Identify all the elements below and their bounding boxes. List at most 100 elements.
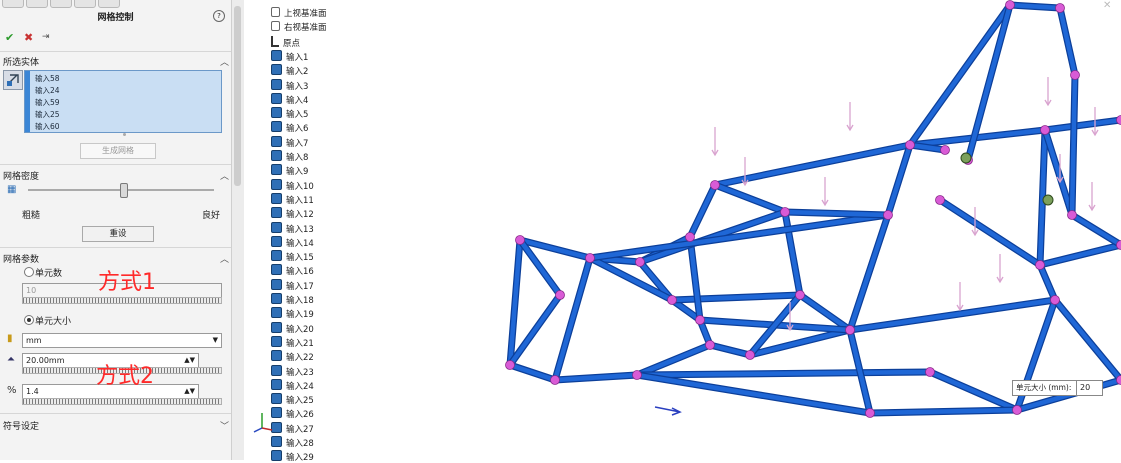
chevron-up-icon[interactable]: ︿ <box>220 169 229 182</box>
chevron-up-icon[interactable]: ︿ <box>220 55 229 68</box>
frame-tube <box>888 145 910 215</box>
mesh-node <box>636 258 645 267</box>
ratio-ruler[interactable] <box>22 398 222 405</box>
tree-item-body[interactable]: 输入28 <box>271 436 314 449</box>
tree-item-body[interactable]: 输入12 <box>271 207 314 220</box>
close-icon[interactable]: ✕ <box>1103 0 1111 11</box>
tree-item-plane[interactable]: 上视基准面 <box>271 7 327 19</box>
tree-item-body[interactable]: 输入2 <box>271 64 308 77</box>
list-item[interactable]: 输入24 <box>35 85 60 96</box>
frame-tube <box>1040 265 1055 300</box>
frame-tube <box>1072 75 1075 215</box>
tree-item-body[interactable]: 输入21 <box>271 336 314 349</box>
list-item[interactable]: 输入60 <box>35 121 60 132</box>
tree-item-body[interactable]: 输入8 <box>271 150 308 163</box>
unit-value: mm <box>23 336 42 345</box>
tree-item-body[interactable]: 输入22 <box>271 350 314 363</box>
tree-item-body[interactable]: 输入25 <box>271 393 314 406</box>
element-size-tooltip-value[interactable]: 20 <box>1076 380 1103 396</box>
panel-tabs <box>0 0 231 7</box>
tree-item-body[interactable]: 输入13 <box>271 222 314 235</box>
tree-item-body[interactable]: 输入9 <box>271 164 308 177</box>
tree-item-body[interactable]: 输入7 <box>271 136 308 149</box>
tab-dimxpert[interactable] <box>74 0 96 8</box>
list-item[interactable]: 输入25 <box>35 109 60 120</box>
spinner-icon[interactable]: ▲▼ <box>181 385 195 398</box>
section-mesh-density[interactable]: 网格密度 <box>3 169 39 182</box>
mesh-node <box>781 208 790 217</box>
mesh-node <box>506 361 515 370</box>
tree-item-body[interactable]: 输入20 <box>271 322 314 335</box>
tree-item-body[interactable]: 输入19 <box>271 307 314 320</box>
radio-element-count[interactable] <box>24 267 34 277</box>
panel-scrollbar[interactable] <box>231 0 244 460</box>
list-item[interactable]: 输入58 <box>35 73 60 84</box>
plane-icon <box>271 21 280 31</box>
mesh-node <box>1068 211 1077 220</box>
frame-model[interactable] <box>374 0 1121 460</box>
list-item[interactable]: 输入59 <box>35 97 60 108</box>
solid-body-icon <box>271 79 282 90</box>
selected-bodies-list[interactable]: 输入58 输入24 输入59 输入25 输入60 ▲ ▼ <box>24 70 222 133</box>
element-size-icon: ⏶ <box>7 354 15 365</box>
mesh-node <box>586 254 595 263</box>
generate-mesh-button[interactable]: 生成网格 <box>80 143 156 159</box>
tab-display-manager[interactable] <box>98 0 120 8</box>
pin-icon[interactable]: ⇥ <box>42 32 50 42</box>
chevron-up-icon[interactable]: ︿ <box>220 252 229 265</box>
help-icon[interactable]: ? <box>213 10 225 22</box>
cancel-icon[interactable]: ✖ <box>24 31 33 44</box>
tree-item-label: 输入19 <box>286 310 314 320</box>
element-count-label: 单元数 <box>35 266 62 279</box>
frame-tube <box>715 145 910 185</box>
frame-tube <box>850 300 1055 330</box>
tab-feature-manager[interactable] <box>2 0 24 8</box>
section-symbol-settings[interactable]: 符号设定 <box>3 419 39 432</box>
section-selected-bodies[interactable]: 所选实体 <box>3 55 39 68</box>
tree-item-body[interactable]: 输入16 <box>271 264 314 277</box>
tree-item-body[interactable]: 输入24 <box>271 379 314 392</box>
select-body-icon[interactable] <box>3 70 23 90</box>
frame-tube <box>1055 300 1121 380</box>
reset-button[interactable]: 重设 <box>82 226 154 242</box>
tree-item-body[interactable]: 输入26 <box>271 407 314 420</box>
tree-item-plane[interactable]: 右视基准面 <box>271 21 327 33</box>
tree-item-label: 输入24 <box>286 382 314 392</box>
unit-select[interactable]: mm▼ <box>22 333 222 348</box>
tree-item-body[interactable]: 输入3 <box>271 79 308 92</box>
chevron-down-icon[interactable]: ﹀ <box>220 419 229 432</box>
tree-item-body[interactable]: 输入5 <box>271 107 308 120</box>
section-mesh-parameters[interactable]: 网格参数 <box>3 252 39 265</box>
tree-item-body[interactable]: 输入29 <box>271 450 314 463</box>
tab-property-manager[interactable] <box>26 0 48 8</box>
tree-item-body[interactable]: 输入4 <box>271 93 308 106</box>
ok-icon[interactable]: ✔ <box>5 31 14 44</box>
element-count-ruler[interactable] <box>22 297 222 304</box>
graphics-area[interactable] <box>374 0 1121 460</box>
property-manager: 网格控制 ? ✔ ✖ ⇥ 所选实体 ︿ 输入58 输入24 输入59 输入25 … <box>0 0 232 460</box>
spinner-icon[interactable]: ▲▼ <box>181 354 195 367</box>
tree-item-body[interactable]: 输入10 <box>271 179 314 192</box>
tree-item-body[interactable]: 输入14 <box>271 236 314 249</box>
tree-item-label: 输入3 <box>286 82 308 92</box>
ratio-value: 1.4 <box>23 387 39 396</box>
radio-element-size[interactable] <box>24 315 34 325</box>
tab-configuration-manager[interactable] <box>50 0 72 8</box>
solid-body-icon <box>271 236 282 247</box>
mesh-node <box>516 236 525 245</box>
tree-item-body[interactable]: 输入17 <box>271 279 314 292</box>
tree-item-label: 输入25 <box>286 396 314 406</box>
tree-item-body[interactable]: 输入15 <box>271 250 314 263</box>
tree-item-body[interactable]: 输入6 <box>271 121 308 134</box>
frame-tube <box>785 212 888 215</box>
density-slider-thumb[interactable] <box>120 183 128 198</box>
tree-item-label: 输入6 <box>286 124 308 134</box>
tree-item-body[interactable]: 输入18 <box>271 293 314 306</box>
tree-item-label: 输入23 <box>286 368 314 378</box>
tree-item-body[interactable]: 输入23 <box>271 365 314 378</box>
tree-item-origin[interactable]: 原点 <box>271 36 300 49</box>
frame-tube <box>785 212 800 295</box>
tree-item-body[interactable]: 输入11 <box>271 193 314 206</box>
tree-item-body[interactable]: 输入1 <box>271 50 308 63</box>
tree-item-body[interactable]: 输入27 <box>271 422 314 435</box>
